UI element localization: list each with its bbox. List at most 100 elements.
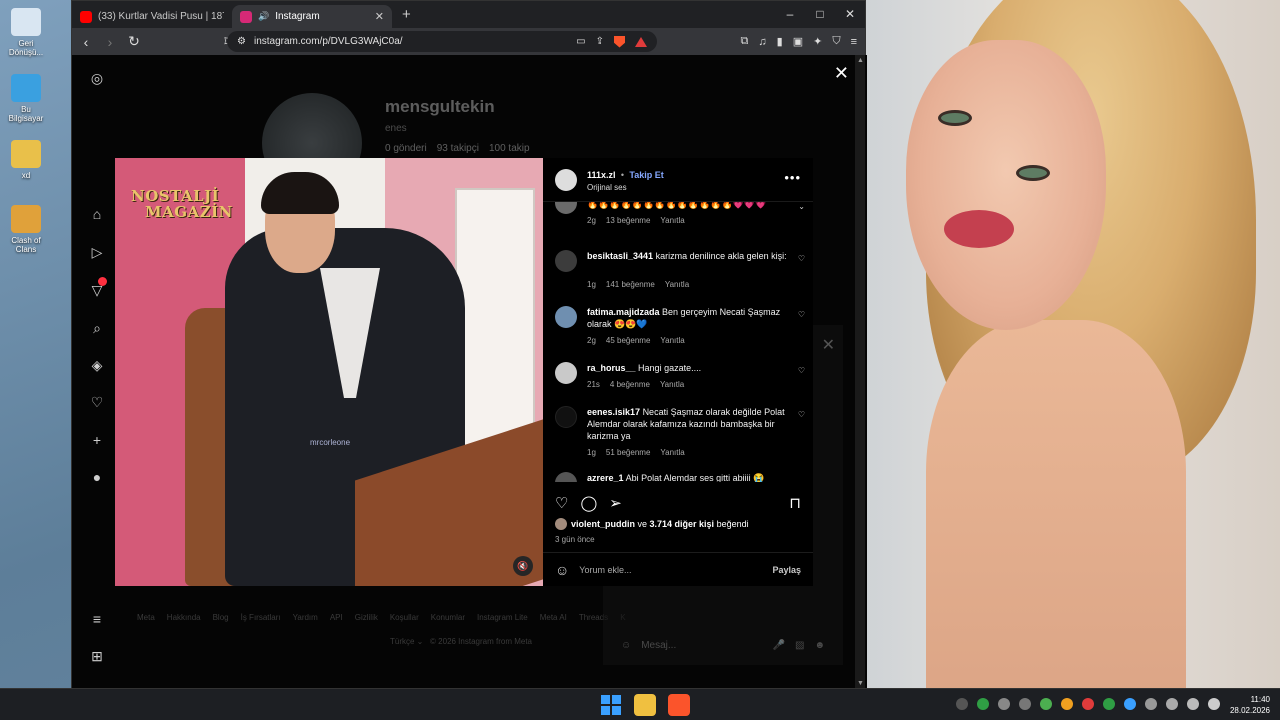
sticker-icon[interactable]: ☻ bbox=[814, 640, 825, 651]
comment-avatar[interactable] bbox=[555, 250, 577, 272]
comment-avatar[interactable] bbox=[555, 406, 577, 428]
heart-icon[interactable]: ♡ bbox=[88, 393, 106, 411]
language-select[interactable]: Türkçe ⌄ bbox=[390, 637, 423, 646]
start-button[interactable] bbox=[600, 694, 622, 716]
comment-avatar[interactable] bbox=[555, 472, 577, 482]
new-tab-button[interactable]: + bbox=[402, 6, 411, 23]
tab-youtube[interactable]: (33) Kurtlar Vadisi Pusu | 187. Bölüm bbox=[72, 5, 232, 28]
scroll-up-icon[interactable]: ▲ bbox=[857, 57, 864, 64]
close-button[interactable]: ✕ bbox=[835, 1, 865, 28]
comment-input[interactable]: Yorum ekle... bbox=[579, 565, 631, 575]
modal-close-button[interactable]: ✕ bbox=[834, 63, 849, 84]
create-icon[interactable]: + bbox=[88, 431, 106, 449]
display-icon[interactable] bbox=[1166, 698, 1178, 710]
direct-icon[interactable]: ▽ bbox=[88, 277, 107, 299]
footer-link[interactable]: Blog bbox=[213, 613, 229, 622]
vpn-icon[interactable]: ⛉ bbox=[832, 35, 840, 48]
address-bar[interactable]: ⚙ instagram.com/p/DVLG3WAjC0a/ ▭ ⇪ bbox=[227, 31, 657, 52]
desktop-icon-clash-of-clans[interactable]: Clash of Clans bbox=[4, 205, 48, 254]
search-icon[interactable]: ⌕ bbox=[88, 319, 106, 337]
microphone-icon[interactable] bbox=[1145, 698, 1157, 710]
maximize-button[interactable]: □ bbox=[805, 1, 835, 28]
brave-rewards-icon[interactable] bbox=[635, 36, 647, 47]
sidebar-icon[interactable]: ▮ bbox=[777, 35, 783, 48]
like-icon[interactable]: ♡ bbox=[555, 494, 568, 512]
tray-app-icon[interactable] bbox=[1103, 698, 1115, 710]
comment-icon[interactable]: ◯ bbox=[580, 494, 597, 512]
reply-button[interactable]: Yanıtla bbox=[660, 448, 684, 457]
comment-heart-icon[interactable]: ♡ bbox=[798, 410, 805, 419]
profile-avatar[interactable]: ● bbox=[88, 468, 106, 486]
save-icon[interactable]: ⊓ bbox=[789, 494, 801, 512]
follow-button[interactable]: Takip Et bbox=[629, 170, 663, 180]
footer-link[interactable]: Meta AI bbox=[540, 613, 567, 622]
music-icon[interactable]: ♫ bbox=[758, 36, 766, 48]
comment-avatar[interactable] bbox=[555, 362, 577, 384]
tray-app-icon[interactable] bbox=[1040, 698, 1052, 710]
taskbar-clock[interactable]: 11:40 28.02.2026 bbox=[1230, 694, 1270, 716]
battery-icon[interactable] bbox=[1208, 698, 1220, 710]
original-audio[interactable]: Orijinal ses bbox=[587, 183, 664, 192]
reload-icon[interactable]: ↻ bbox=[128, 33, 140, 50]
site-settings-icon[interactable]: ⚙ bbox=[237, 36, 246, 47]
home-icon[interactable]: ⌂ bbox=[88, 205, 106, 223]
brave-browser-icon[interactable] bbox=[668, 694, 690, 716]
microphone-icon[interactable]: 🎤 bbox=[773, 640, 785, 651]
footer-link[interactable]: Gizlilik bbox=[355, 613, 378, 622]
volume-icon[interactable] bbox=[1187, 698, 1199, 710]
desktop-icon-this-pc[interactable]: Bu Bilgisayar bbox=[4, 74, 48, 123]
scroll-down-icon[interactable]: ▼ bbox=[857, 680, 864, 687]
emoji-icon[interactable]: ☺ bbox=[621, 640, 631, 651]
comment-avatar[interactable] bbox=[555, 202, 577, 214]
tab-close-icon[interactable]: ✕ bbox=[375, 10, 384, 23]
meta-apps-icon[interactable]: ⊞ bbox=[88, 647, 106, 665]
messages-close-icon[interactable]: ✕ bbox=[822, 335, 835, 355]
menu-icon[interactable]: ≡ bbox=[851, 36, 857, 48]
footer-link[interactable]: Konumlar bbox=[431, 613, 465, 622]
share-icon[interactable]: ➢ bbox=[609, 494, 622, 512]
explore-icon[interactable]: ◈ bbox=[88, 356, 106, 374]
reply-button[interactable]: Yanıtla bbox=[660, 380, 684, 389]
footer-link[interactable]: Koşullar bbox=[390, 613, 419, 622]
tray-app-icon[interactable] bbox=[1061, 698, 1073, 710]
desktop-icon-recycle-bin[interactable]: Geri Dönüşü... bbox=[4, 8, 48, 57]
file-explorer-icon[interactable] bbox=[634, 694, 656, 716]
post-video[interactable]: NOSTALJİ MAGAZİN mrcorleone 🔇 bbox=[115, 158, 543, 586]
reply-button[interactable]: Yanıtla bbox=[660, 216, 684, 225]
more-options-icon[interactable]: ••• bbox=[784, 170, 801, 185]
reels-icon[interactable]: ▷ bbox=[88, 243, 106, 261]
footer-link[interactable]: Hakkında bbox=[167, 613, 201, 622]
footer-link[interactable]: API bbox=[330, 613, 343, 622]
tray-app-icon[interactable] bbox=[1082, 698, 1094, 710]
tray-app-icon[interactable] bbox=[998, 698, 1010, 710]
footer-link[interactable]: Yardım bbox=[293, 613, 318, 622]
wallet-icon[interactable]: ▣ bbox=[793, 35, 803, 48]
image-icon[interactable]: ▨ bbox=[795, 640, 804, 651]
forward-icon[interactable]: › bbox=[104, 34, 116, 50]
reply-button[interactable]: Yanıtla bbox=[660, 336, 684, 345]
footer-link[interactable]: İş Fırsatları bbox=[241, 613, 281, 622]
comment-heart-icon[interactable]: ⌄ bbox=[798, 202, 805, 211]
comment-heart-icon[interactable]: ♡ bbox=[798, 310, 805, 319]
comment-heart-icon[interactable]: ♡ bbox=[798, 366, 805, 375]
comment-heart-icon[interactable]: ♡ bbox=[798, 254, 805, 263]
tray-app-icon[interactable] bbox=[956, 698, 968, 710]
instagram-logo-icon[interactable]: ◎ bbox=[88, 69, 106, 87]
leo-ai-icon[interactable]: ✦ bbox=[813, 35, 822, 48]
more-menu-icon[interactable]: ≡ bbox=[88, 610, 106, 628]
footer-link[interactable]: Instagram Lite bbox=[477, 613, 528, 622]
back-icon[interactable]: ‹ bbox=[80, 34, 92, 50]
author-username[interactable]: 111x.zl bbox=[587, 170, 616, 180]
cast-icon[interactable]: ▭ bbox=[576, 36, 585, 47]
tray-app-icon[interactable] bbox=[977, 698, 989, 710]
minimize-button[interactable]: – bbox=[775, 1, 805, 28]
tray-app-icon[interactable] bbox=[1019, 698, 1031, 710]
author-avatar[interactable] bbox=[555, 168, 577, 191]
reply-button[interactable]: Yanıtla bbox=[665, 280, 689, 289]
brave-shields-icon[interactable] bbox=[614, 35, 625, 48]
page-scrollbar[interactable]: ▲ ▼ bbox=[855, 55, 865, 689]
reader-icon[interactable]: ⧉ bbox=[741, 35, 749, 48]
emoji-icon[interactable]: ☺ bbox=[555, 562, 569, 578]
message-input[interactable]: Mesaj... bbox=[641, 640, 762, 651]
share-icon[interactable]: ⇪ bbox=[596, 36, 604, 47]
